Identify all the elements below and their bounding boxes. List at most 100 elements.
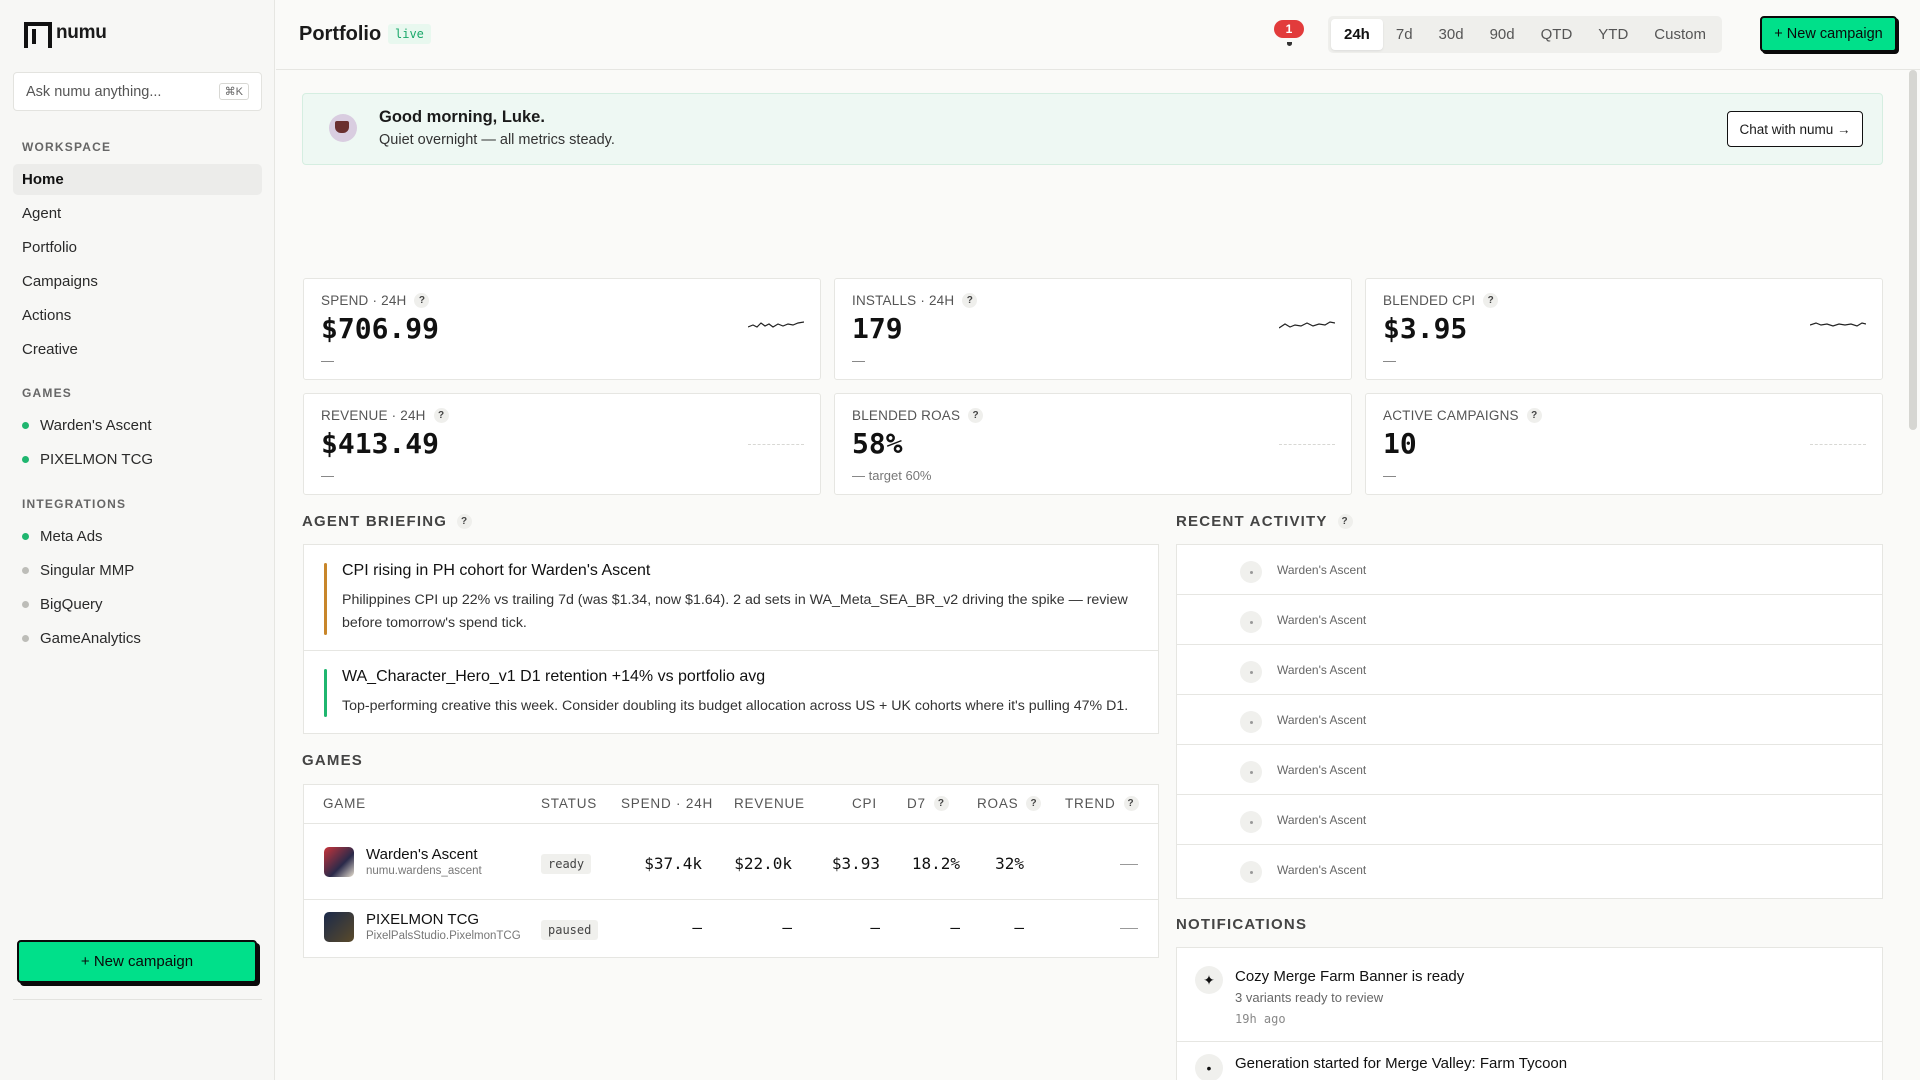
help-icon[interactable]: ? [933,796,949,811]
d7-value: — [950,918,960,937]
games-table: GAME STATUS SPEND · 24H REVENUE CPI D7? … [303,784,1159,958]
empty-sparkline [748,444,804,445]
notifications-list: ✦ Cozy Merge Farm Banner is ready 3 vari… [1176,947,1883,1080]
activity-label: Warden's Ascent [1277,813,1367,827]
sidebar-game-pixelmon-tcg[interactable]: PIXELMON TCG [22,451,153,468]
col-header-d7: D7? [907,796,949,811]
activity-label: Warden's Ascent [1277,613,1367,627]
briefing-body: Philippines CPI up 22% vs trailing 7d (w… [342,592,1128,631]
metric-card-revenue: REVENUE · 24H? $413.49 — [303,393,821,495]
metric-sub: — target 60% [852,468,932,483]
revenue-value: $22.0k [734,854,792,873]
brand[interactable]: numu [24,22,107,48]
notification-time: 19h ago [1235,1012,1286,1026]
briefing-body: Top-performing creative this week. Consi… [342,698,1129,714]
briefing-item[interactable]: WA_Character_Hero_v1 D1 retention +14% v… [303,650,1159,734]
table-row[interactable]: PIXELMON TCG PixelPalsStudio.PixelmonTCG… [304,899,1158,957]
list-item[interactable]: Warden's Ascent [1177,645,1882,695]
range-7d[interactable]: 7d [1383,19,1426,50]
briefing-item[interactable]: CPI rising in PH cohort for Warden's Asc… [303,544,1159,651]
sidebar-game-wardens-ascent[interactable]: Warden's Ascent [22,417,152,434]
page-title: Portfolio [299,23,382,45]
sidebar-item-creative[interactable]: Creative [13,334,262,365]
list-item[interactable]: Warden's Ascent [1177,695,1882,745]
help-icon[interactable]: ? [414,293,430,308]
new-campaign-top-button[interactable]: + New campaign [1760,16,1897,52]
list-item[interactable]: Warden's Ascent [1177,595,1882,645]
range-custom[interactable]: Custom [1641,19,1719,50]
range-qtd[interactable]: QTD [1528,19,1586,50]
sidebar-item-agent[interactable]: Agent [13,198,262,229]
ask-input[interactable]: Ask numu anything... ⌘K [13,72,262,111]
help-icon[interactable]: ? [1026,796,1042,811]
help-icon[interactable]: ? [968,408,984,423]
status-dot-icon [22,567,29,574]
topbar: Portfolio live 1 24h 7d 30d 90d QTD YTD … [276,0,1920,70]
notification-item[interactable]: ✦ Cozy Merge Farm Banner is ready 3 vari… [1177,948,1882,1042]
new-campaign-button[interactable]: + New campaign [17,940,257,983]
notification-title: Cozy Merge Farm Banner is ready [1235,968,1465,985]
game-thumbnail-icon [324,912,354,942]
priority-bar [324,563,327,635]
notification-item[interactable]: • Generation started for Merge Valley: F… [1177,1042,1882,1080]
sidebar-integration-bigquery[interactable]: BigQuery [22,596,103,613]
sidebar-item-portfolio[interactable]: Portfolio [13,232,262,263]
col-header-status: STATUS [541,796,598,811]
help-icon[interactable]: ? [1483,293,1499,308]
sidebar-integration-meta-ads[interactable]: Meta Ads [22,528,103,545]
metric-sub: — [852,353,865,368]
sidebar-integration-label: GameAnalytics [40,630,141,647]
list-item[interactable]: Warden's Ascent [1177,745,1882,795]
metric-label: SPEND · 24H [321,293,407,308]
table-row[interactable]: Warden's Ascent numu.wardens_ascent read… [304,823,1158,899]
metric-card-blended-cpi: BLENDED CPI? $3.95 — [1365,278,1883,380]
d7-value: 18.2% [911,854,960,873]
range-24h[interactable]: 24h [1331,19,1383,50]
activity-dot-icon [1240,761,1262,783]
status-dot-icon [22,533,29,540]
list-item[interactable]: Warden's Ascent [1177,545,1882,595]
metric-sub: — [321,353,334,368]
date-range-selector: 24h 7d 30d 90d QTD YTD Custom [1328,16,1722,53]
metric-label: INSTALLS · 24H [852,293,955,308]
notifications-heading: NOTIFICATIONS [1176,916,1308,933]
empty-sparkline [1810,444,1866,445]
help-icon[interactable]: ? [1123,796,1139,811]
chat-with-numu-button[interactable]: Chat with numu → [1727,111,1863,147]
game-name: Warden's Ascent [366,846,478,863]
metric-card-installs: INSTALLS · 24H? 179 — [834,278,1352,380]
roas-value: 32% [995,854,1024,873]
metric-label: BLENDED ROAS [852,408,961,423]
list-item[interactable]: Warden's Ascent [1177,845,1882,895]
sidebar-item-campaigns[interactable]: Campaigns [13,266,262,297]
sidebar-item-actions[interactable]: Actions [13,300,262,331]
status-dot-icon [22,456,29,463]
coffee-icon [329,114,357,142]
status-dot-icon [22,635,29,642]
range-ytd[interactable]: YTD [1585,19,1641,50]
scrollbar[interactable] [1909,70,1917,430]
help-icon[interactable]: ? [433,408,449,423]
sidebar-integration-gameanalytics[interactable]: GameAnalytics [22,630,141,647]
trend-placeholder [1120,928,1138,929]
help-icon[interactable]: ? [1526,408,1542,423]
range-30d[interactable]: 30d [1426,19,1477,50]
live-badge: live [388,24,431,44]
metric-value: $3.95 [1383,312,1468,345]
metric-sub: — [1383,353,1396,368]
sidebar-item-home[interactable]: Home [13,164,262,195]
list-item[interactable]: Warden's Ascent [1177,795,1882,845]
sidebar-integration-singular-mmp[interactable]: Singular MMP [22,562,134,579]
col-header-roas: ROAS? [977,796,1042,811]
game-thumbnail-icon [324,847,354,877]
help-icon[interactable]: ? [457,514,473,529]
help-icon[interactable]: ? [962,293,978,308]
col-header-label: D7 [907,796,926,811]
ask-placeholder: Ask numu anything... [26,83,162,100]
game-bundle-id: numu.wardens_ascent [366,865,482,877]
range-90d[interactable]: 90d [1477,19,1528,50]
help-icon[interactable]: ? [1337,514,1353,529]
metric-value: 58% [852,427,903,460]
notifications-bell-icon[interactable]: 1 [1274,20,1304,50]
spend-value: $37.4k [644,854,702,873]
